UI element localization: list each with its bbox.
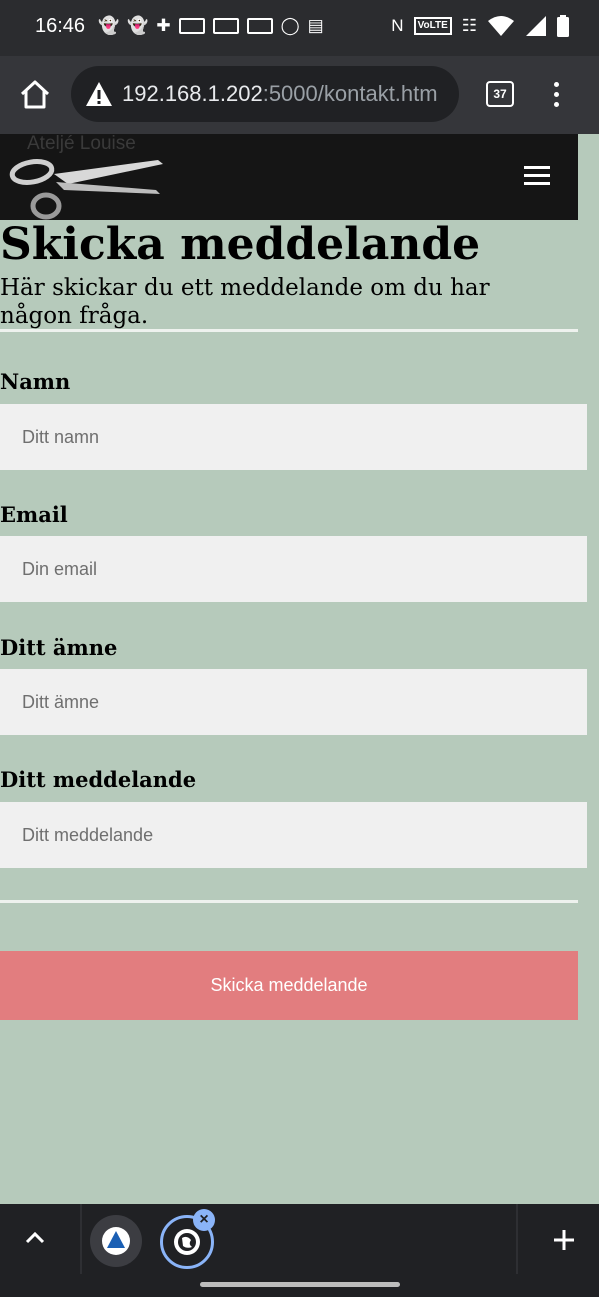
message-field[interactable] bbox=[0, 802, 587, 868]
nfc-icon: N bbox=[391, 16, 404, 35]
separator bbox=[516, 1204, 518, 1274]
subject-label: Ditt ämne bbox=[0, 635, 118, 660]
email-label: Email bbox=[0, 502, 68, 527]
site-favicon-icon bbox=[102, 1227, 130, 1255]
page-title: Skicka meddelande bbox=[0, 219, 481, 270]
divider bbox=[0, 329, 578, 332]
status-bar: 16:46 👻 👻 ✚ ◯ ▤ N VoLTE ☷ bbox=[0, 0, 599, 56]
chevron-up-icon[interactable] bbox=[24, 1230, 46, 1244]
signal-icon bbox=[526, 16, 546, 36]
more-menu-icon[interactable] bbox=[553, 82, 561, 108]
system-icons: N VoLTE ☷ bbox=[391, 14, 569, 38]
site-header: Ateljé Louise bbox=[0, 133, 578, 222]
navigation-bar bbox=[0, 1274, 599, 1297]
separator bbox=[80, 1204, 82, 1274]
name-label: Namn bbox=[0, 369, 71, 394]
address-bar[interactable]: 192.168.1.202:5000/kontakt.htm bbox=[71, 66, 459, 122]
browser-toolbar: 192.168.1.202:5000/kontakt.htm 37 bbox=[0, 56, 599, 134]
volte-badge: VoLTE bbox=[413, 17, 452, 35]
url-text: 192.168.1.202:5000/kontakt.htm bbox=[122, 81, 438, 107]
battery-icon bbox=[557, 15, 569, 37]
gallery-icon: ▤ bbox=[307, 16, 324, 35]
battery-saver-icon: ✚ bbox=[156, 16, 171, 35]
url-path: :5000/kontakt.htm bbox=[262, 81, 438, 106]
divider bbox=[0, 900, 578, 903]
page-intro: Här skickar du ett meddelande om du har … bbox=[0, 275, 490, 329]
name-field[interactable] bbox=[0, 404, 587, 470]
home-icon[interactable] bbox=[18, 78, 52, 112]
instagram-icon: ◯ bbox=[280, 16, 300, 35]
snapchat-icon: 👻 bbox=[127, 16, 149, 35]
tab-switcher-button[interactable]: 37 bbox=[486, 81, 514, 107]
gesture-handle[interactable] bbox=[200, 1282, 400, 1287]
tab-thumbnail[interactable] bbox=[90, 1215, 142, 1267]
wifi-icon bbox=[488, 16, 514, 36]
email-field[interactable] bbox=[0, 536, 587, 602]
card-icon bbox=[212, 18, 239, 34]
card-icon bbox=[178, 18, 205, 34]
notification-icons: 👻 👻 ✚ ◯ ▤ bbox=[98, 14, 324, 38]
card-icon bbox=[246, 18, 273, 34]
tab-strip: × bbox=[0, 1204, 599, 1274]
scissors-logo-icon[interactable] bbox=[6, 144, 166, 222]
submit-button[interactable]: Skicka meddelande bbox=[0, 951, 578, 1020]
snapchat-icon: 👻 bbox=[98, 16, 120, 35]
subject-field[interactable] bbox=[0, 669, 587, 735]
new-tab-plus-icon[interactable] bbox=[550, 1226, 578, 1254]
close-tab-icon[interactable]: × bbox=[193, 1209, 215, 1231]
message-label: Ditt meddelande bbox=[0, 767, 197, 792]
warning-icon[interactable] bbox=[85, 81, 113, 107]
hamburger-menu-icon[interactable] bbox=[524, 166, 552, 186]
clock: 16:46 bbox=[35, 15, 86, 37]
url-host: 192.168.1.202 bbox=[122, 81, 263, 106]
vibrate-icon: ☷ bbox=[461, 16, 477, 35]
